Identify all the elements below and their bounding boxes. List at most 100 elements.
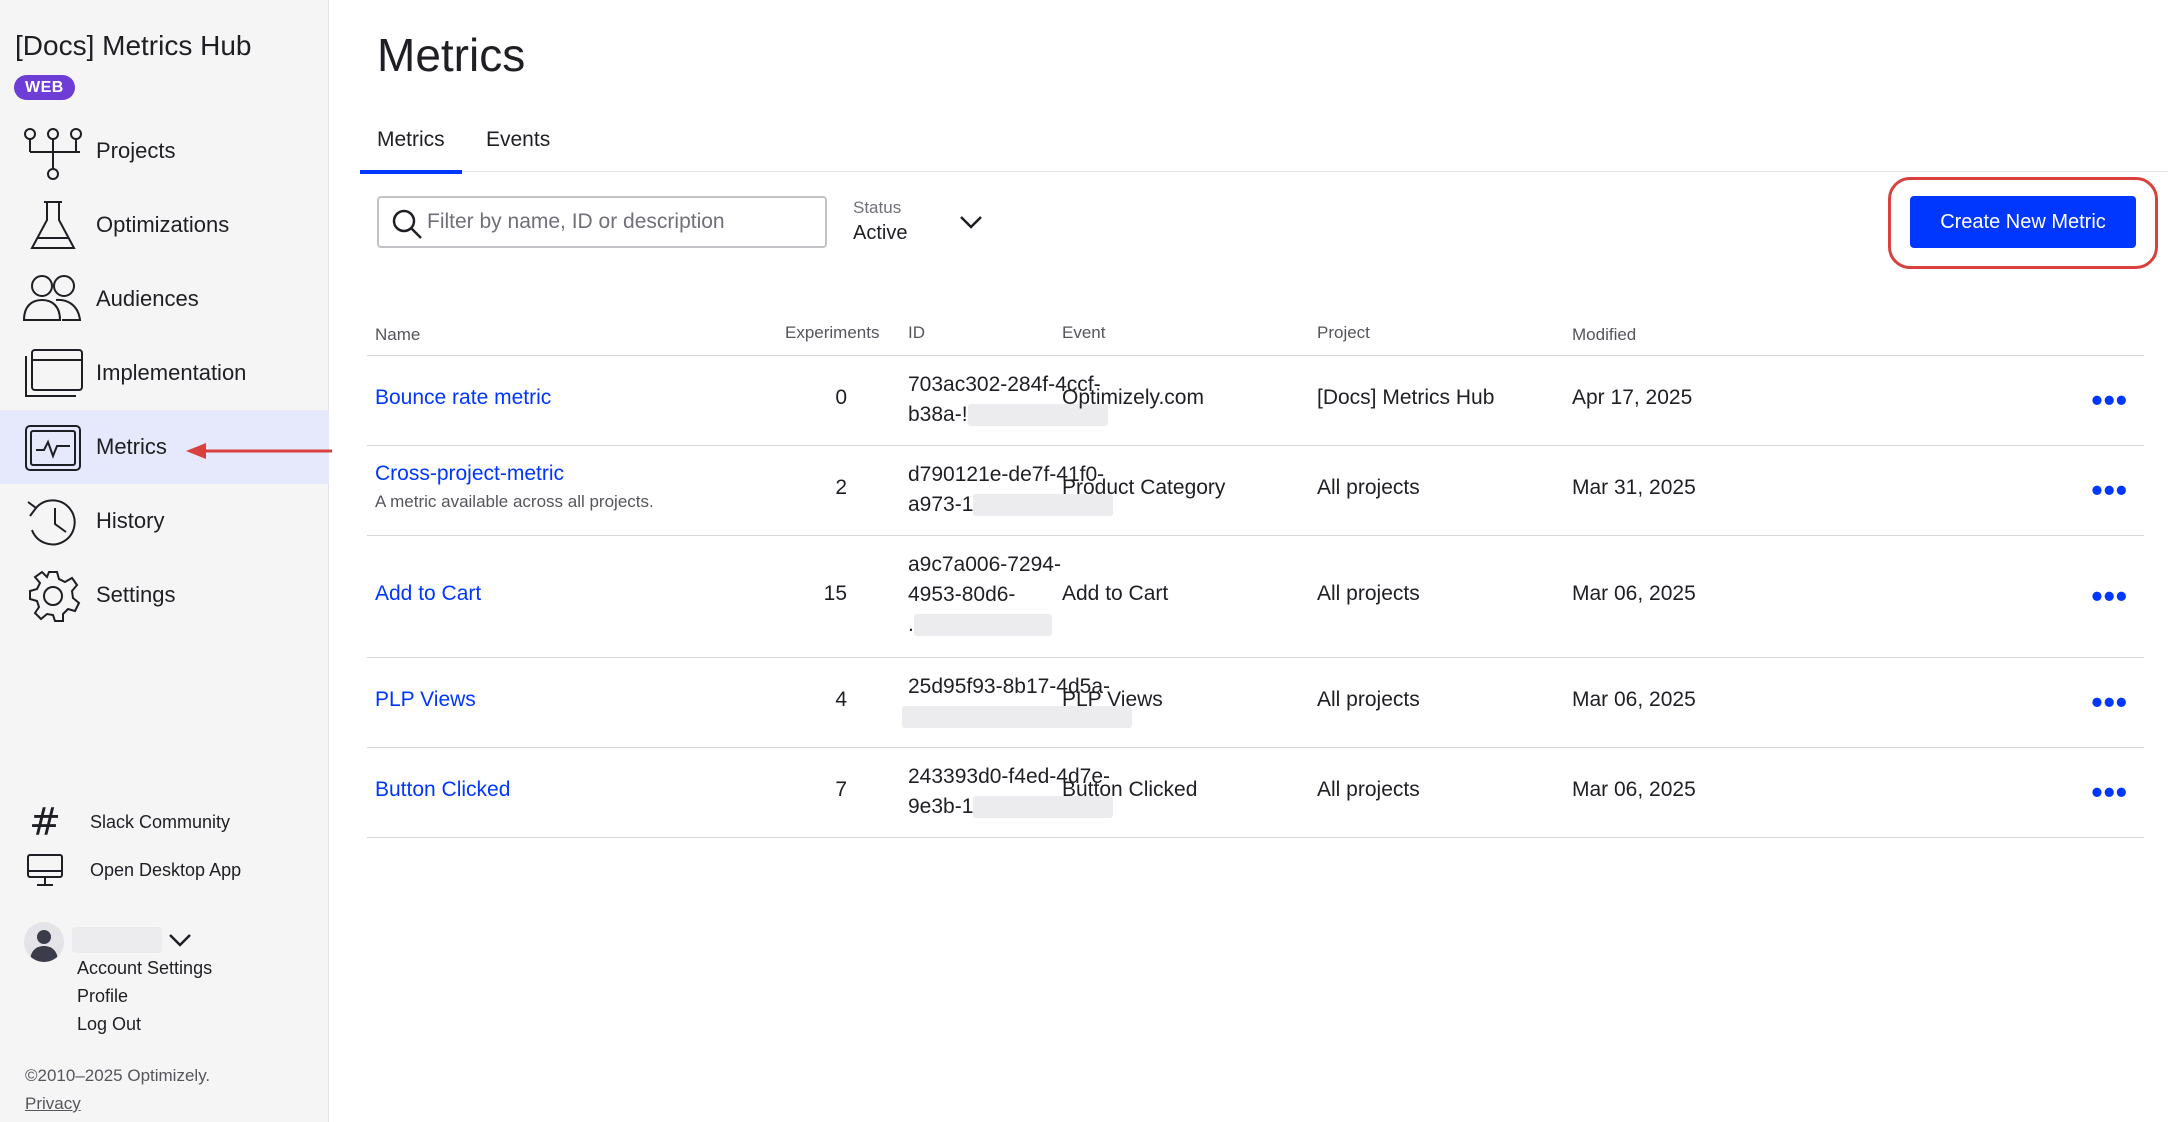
- metric-id-line: b38a-!: [908, 403, 968, 426]
- metric-id-line: .: [908, 613, 914, 636]
- sidebar: [Docs] Metrics Hub WEB Projects Optimiza…: [0, 0, 332, 1122]
- event-cell: Optimizely.com: [1062, 386, 1204, 409]
- open-desktop-app-label: Open Desktop App: [90, 859, 242, 880]
- metric-name-cell: Add to Cart: [375, 582, 481, 606]
- sidebar-item-implementation[interactable]: Implementation: [0, 336, 329, 410]
- sidebar-item-label: Implementation: [96, 360, 247, 385]
- log-out-link[interactable]: Log Out: [77, 1010, 212, 1038]
- sidebar-item-label: Optimizations: [96, 212, 230, 237]
- avatar: [24, 922, 64, 962]
- sidebar-item-label: Projects: [96, 138, 176, 163]
- project-cell: [Docs] Metrics Hub: [1317, 386, 1495, 409]
- metric-id-line: a973-1: [908, 493, 974, 516]
- privacy-link[interactable]: Privacy: [25, 1094, 81, 1114]
- profile-link[interactable]: Profile: [77, 982, 212, 1010]
- status-dropdown[interactable]: Status Active: [853, 196, 982, 252]
- account-links: Account Settings Profile Log Out: [77, 954, 212, 1038]
- more-actions-icon[interactable]: •••: [2091, 474, 2128, 506]
- main-content: Metrics Metrics Events Status Active Cre…: [330, 0, 2168, 1122]
- modified-cell: Mar 06, 2025: [1572, 582, 1696, 605]
- chevron-down-icon[interactable]: [166, 928, 194, 952]
- table-row: Button Clicked 7 243393d0-f4ed-4d7e- 9e3…: [367, 748, 2144, 838]
- sidebar-item-optimizations[interactable]: Optimizations: [0, 188, 329, 262]
- metric-name-link[interactable]: PLP Views: [375, 688, 476, 711]
- metric-name-cell: Cross-project-metric A metric available …: [375, 462, 654, 512]
- create-new-metric-button[interactable]: Create New Metric: [1910, 196, 2136, 248]
- desktop-icon: [24, 852, 66, 888]
- sidebar-item-label: Metrics: [96, 434, 167, 459]
- page-title: Metrics: [377, 29, 526, 81]
- table-row: PLP Views 4 25d95f93-8b17-4d5a- PLP View…: [367, 658, 2144, 748]
- tab-metrics[interactable]: Metrics: [360, 120, 462, 174]
- experiments-count: 7: [835, 778, 847, 801]
- metric-id-line: 9e3b-1: [908, 795, 974, 818]
- more-actions-icon[interactable]: •••: [2091, 580, 2128, 612]
- modified-cell: Mar 31, 2025: [1572, 476, 1696, 499]
- table-row: Add to Cart 15 a9c7a006-7294- 4953-80d6-…: [367, 536, 2144, 658]
- hashtag-icon: #: [29, 800, 61, 844]
- status-label: Status: [853, 198, 902, 217]
- event-cell: Button Clicked: [1062, 778, 1198, 801]
- username-redacted: [72, 927, 162, 953]
- project-cell: All projects: [1317, 688, 1420, 711]
- more-actions-icon[interactable]: •••: [2091, 776, 2128, 808]
- experiments-count: 4: [835, 688, 847, 711]
- column-header-modified[interactable]: Modified: [1572, 325, 1636, 345]
- table-row: Bounce rate metric 0 703ac302-284f-4ccf-…: [367, 356, 2144, 446]
- sidebar-nav: Projects Optimizations Audiences Impleme…: [0, 114, 329, 632]
- project-cell: All projects: [1317, 476, 1420, 499]
- copyright: ©2010–2025 Optimizely.: [25, 1066, 211, 1085]
- experiments-count: 0: [835, 386, 847, 409]
- project-cell: All projects: [1317, 778, 1420, 801]
- metric-name-link[interactable]: Add to Cart: [375, 582, 481, 605]
- column-header-id[interactable]: ID: [908, 323, 925, 343]
- column-header-event[interactable]: Event: [1062, 323, 1105, 343]
- experiments-count: 15: [823, 582, 847, 605]
- metric-name-cell: Bounce rate metric: [375, 386, 551, 410]
- search-icon: [392, 209, 422, 239]
- modified-cell: Mar 06, 2025: [1572, 688, 1696, 711]
- metric-name-link[interactable]: Bounce rate metric: [375, 386, 551, 409]
- metrics-table: Name Experiments ID Event Project Modifi…: [367, 313, 2144, 838]
- sidebar-item-audiences[interactable]: Audiences: [0, 262, 329, 336]
- metric-name-link[interactable]: Button Clicked: [375, 778, 510, 801]
- event-cell: Product Category: [1062, 476, 1226, 499]
- projects-icon: [22, 124, 84, 180]
- annotation-arrow: [186, 443, 332, 459]
- sidebar-item-settings[interactable]: Settings: [0, 558, 329, 632]
- metric-name-link[interactable]: Cross-project-metric: [375, 462, 654, 486]
- sidebar-item-projects[interactable]: Projects: [0, 114, 329, 188]
- history-icon: [22, 494, 84, 550]
- event-cell: Add to Cart: [1062, 582, 1169, 605]
- sidebar-item-label: Audiences: [96, 286, 199, 311]
- modified-cell: Apr 17, 2025: [1572, 386, 1693, 409]
- app-title: [Docs] Metrics Hub: [15, 30, 252, 61]
- event-cell: PLP Views: [1062, 688, 1163, 711]
- gear-icon: [22, 568, 84, 624]
- account-settings-link[interactable]: Account Settings: [77, 954, 212, 982]
- project-cell: All projects: [1317, 582, 1420, 605]
- metric-name-cell: PLP Views: [375, 688, 476, 712]
- table-header: Name Experiments ID Event Project Modifi…: [367, 313, 2144, 356]
- sidebar-item-label: Settings: [96, 582, 176, 607]
- metrics-icon: [22, 420, 84, 476]
- sidebar-item-history[interactable]: History: [0, 484, 329, 558]
- search-input[interactable]: [427, 206, 817, 238]
- tab-bar: Metrics Events: [360, 120, 2168, 174]
- column-header-project[interactable]: Project: [1317, 323, 1370, 343]
- metric-name-cell: Button Clicked: [375, 778, 510, 802]
- tab-events[interactable]: Events: [469, 120, 567, 174]
- slack-community-link[interactable]: # Slack Community: [24, 800, 231, 844]
- more-actions-icon[interactable]: •••: [2091, 384, 2128, 416]
- more-actions-icon[interactable]: •••: [2091, 686, 2128, 718]
- sidebar-item-label: History: [96, 508, 165, 533]
- modified-cell: Mar 06, 2025: [1572, 778, 1696, 801]
- table-row: Cross-project-metric A metric available …: [367, 446, 2144, 536]
- browser-window-icon: [22, 346, 84, 402]
- column-header-name[interactable]: Name: [375, 325, 420, 345]
- metric-description: A metric available across all projects.: [375, 492, 654, 511]
- column-header-experiments[interactable]: Experiments: [785, 323, 879, 343]
- flask-icon: [22, 198, 84, 254]
- open-desktop-app-link[interactable]: Open Desktop App: [24, 852, 241, 888]
- slack-community-label: Slack Community: [90, 811, 231, 832]
